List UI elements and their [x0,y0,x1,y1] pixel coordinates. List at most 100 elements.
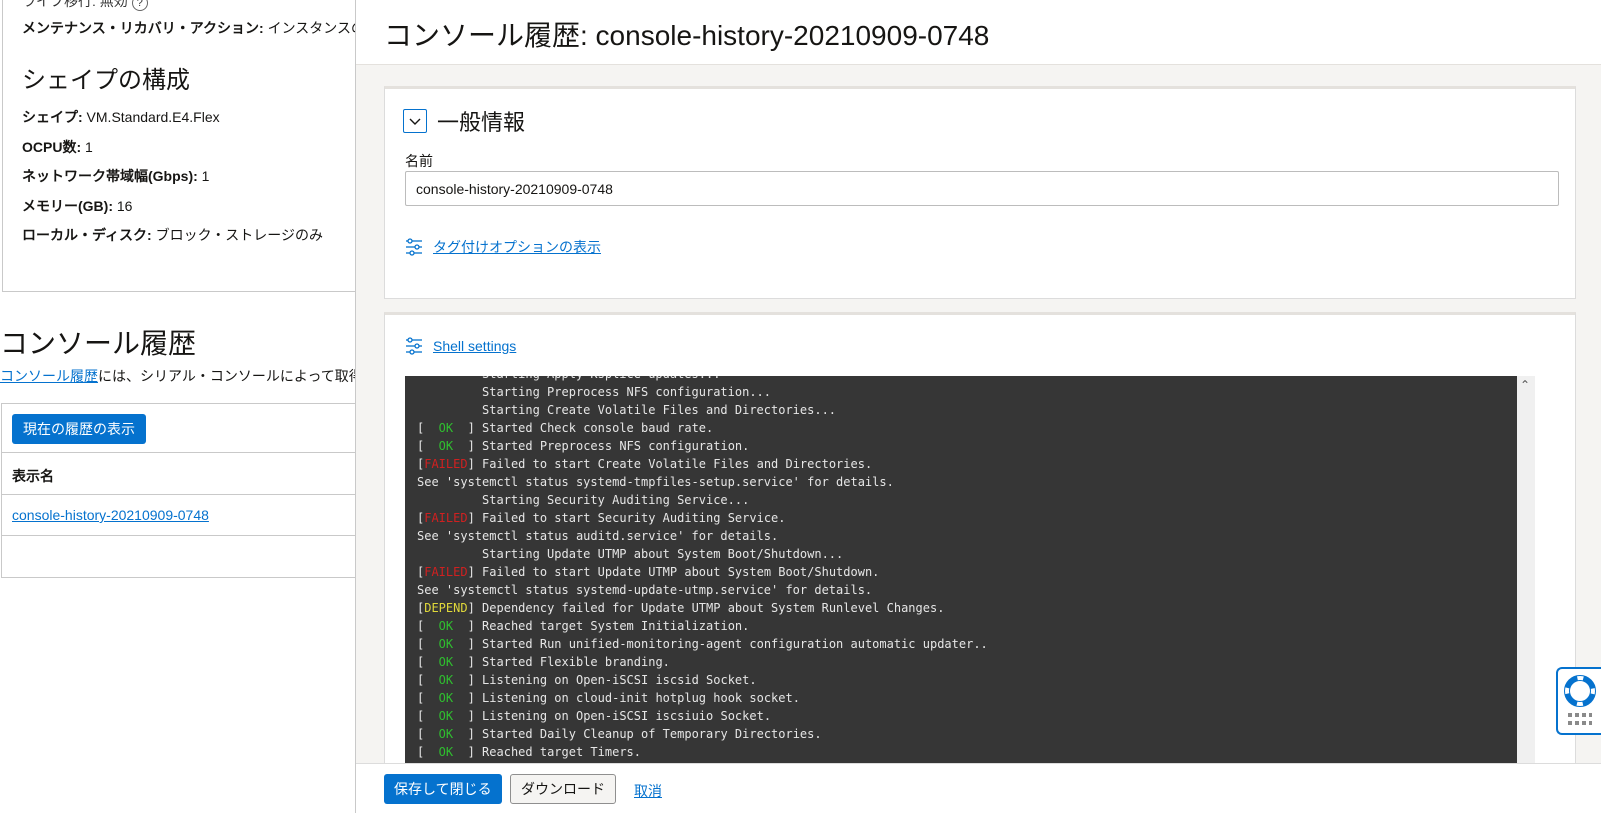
panel-header: コンソール履歴: console-history-20210909-0748 [356,0,1601,65]
lifebuoy-icon [1564,675,1596,707]
table-row: console-history-20210909-0748 [12,507,209,523]
terminal-line-text: Reached target System Initialization. [474,619,750,633]
status-badge: OK [424,637,468,651]
terminal-line-text: Starting Apply Ksplice updates... [417,376,720,381]
kv-label: ネットワーク帯域幅(Gbps): [22,168,198,184]
shape-config-heading: シェイプの構成 [22,67,190,94]
terminal-line: Starting Create Volatile Files and Direc… [417,401,988,419]
terminal-line: [ OK ] Reached target Timers. [417,745,641,759]
live-migration-line: ライブ移行: 無効? [22,0,148,11]
terminal-line: [FAILED] Failed to start Security Auditi… [417,511,786,525]
terminal-line-text: Started Flexible branding. [474,655,670,669]
ocpu-row: OCPU数: 1 [22,137,93,157]
sliders-icon [406,337,422,355]
kv-value: 16 [113,198,133,214]
show-current-history-button[interactable]: 現在の履歴の表示 [12,414,146,444]
terminal-line-text: Started Daily Cleanup of Temporary Direc… [474,727,822,741]
download-button[interactable]: ダウンロード [510,774,616,804]
console-history-row-link[interactable]: console-history-20210909-0748 [12,507,209,523]
name-label: 名前 [405,153,433,169]
status-badge: FAILED [424,511,468,525]
status-badge: OK [424,673,468,687]
terminal-line-text: Starting Preprocess NFS configuration... [417,385,772,399]
general-info-title: 一般情報 [437,110,526,135]
help-widget[interactable] [1556,667,1601,735]
terminal-line-text: Reached target Timers. [474,745,641,759]
terminal-line: [FAILED] Failed to start Create Volatile… [417,457,873,471]
sliders-icon [406,238,422,256]
maintenance-action-row: メンテナンス・リカバリ・アクション: インスタンスの [22,18,356,38]
shape-row: シェイプ: VM.Standard.E4.Flex [22,107,220,127]
status-badge: DEPEND [424,601,468,615]
terminal-line-text: Listening on Open-iSCSI iscsiuio Socket. [474,709,772,723]
terminal-line: Starting Preprocess NFS configuration... [417,383,988,401]
terminal-line: [ OK ] Listening on cloud-init hotplug h… [417,691,800,705]
terminal-line-text: Starting Create Volatile Files and Direc… [417,403,837,417]
status-badge: OK [424,727,468,741]
terminal-line-text: Failed to start Security Auditing Servic… [474,511,786,525]
terminal-line-text: Starting Security Auditing Service... [417,493,750,507]
terminal-line-text: See 'systemctl status systemd-update-utm… [417,583,873,597]
kv-value: インスタンスの [263,20,356,36]
scroll-up-icon[interactable]: ⌃ [1520,378,1530,392]
terminal-line: [ OK ] Listening on Open-iSCSI iscsiuio … [417,709,772,723]
console-history-heading: コンソール履歴 [0,328,197,359]
terminal-output: Starting Apply Ksplice updates... Starti… [417,376,988,779]
console-output-card: Shell settings Starting Apply Ksplice up… [384,312,1576,785]
table-divider [1,494,356,495]
terminal-line: See 'systemctl status systemd-update-utm… [417,581,988,599]
kv-label: OCPU数: [22,139,82,155]
shell-settings-toggle[interactable]: Shell settings [405,337,516,355]
bandwidth-row: ネットワーク帯域幅(Gbps): 1 [22,166,209,186]
kv-value: ブロック・ストレージのみ [151,227,324,243]
description-text: には、シリアル・コンソールによって取得 [98,368,356,384]
console-history-panel: コンソール履歴: console-history-20210909-0748 一… [355,0,1601,813]
kv-label: ローカル・ディスク: [22,227,152,243]
terminal-line-text: See 'systemctl status systemd-tmpfiles-s… [417,475,894,489]
terminal-line-text: Failed to start Create Volatile Files an… [474,457,873,471]
status-badge: OK [424,709,468,723]
console-terminal[interactable]: Starting Apply Ksplice updates... Starti… [405,376,1517,785]
status-badge: OK [424,655,468,669]
terminal-line: [ OK ] Started Flexible branding. [417,655,670,669]
status-badge: OK [424,421,468,435]
terminal-line: [ OK ] Started Preprocess NFS configurat… [417,439,750,453]
help-circle-icon[interactable]: ? [131,0,148,11]
tag-options-toggle[interactable]: タグ付けオプションの表示 [405,237,601,257]
save-and-close-button[interactable]: 保存して閉じる [384,774,502,804]
cancel-link[interactable]: 取消 [634,781,662,801]
status-badge: OK [424,691,468,705]
kv-value: 1 [81,139,93,155]
terminal-line-text: Started Run unified-monitoring-agent con… [474,637,988,651]
memory-row: メモリー(GB): 16 [22,196,132,216]
terminal-line: Starting Security Auditing Service... [417,491,988,509]
chevron-down-icon [409,118,421,125]
console-history-doc-link[interactable]: コンソール履歴 [0,368,98,384]
kv-value: VM.Standard.E4.Flex [82,109,220,125]
console-history-description: コンソール履歴には、シリアル・コンソールによって取得 [0,366,356,386]
terminal-scrollbar[interactable]: ⌃ [1517,376,1535,785]
terminal-line: [DEPEND] Dependency failed for Update UT… [417,601,945,615]
kv-label: メンテナンス・リカバリ・アクション: [22,20,264,36]
terminal-line-text: See 'systemctl status auditd.service' fo… [417,529,779,543]
panel-footer: 保存して閉じる ダウンロード 取消 [356,763,1601,813]
terminal-line-text: Listening on Open-iSCSI iscsid Socket. [474,673,757,687]
terminal-line: Starting Update UTMP about System Boot/S… [417,545,988,563]
terminal-line-text: Dependency failed for Update UTMP about … [474,601,945,615]
tag-options-link[interactable]: タグ付けオプションの表示 [433,237,601,257]
terminal-line: [ OK ] Listening on Open-iSCSI iscsid So… [417,673,757,687]
collapse-section-button[interactable] [403,109,427,133]
column-header-display-name: 表示名 [12,468,54,484]
shell-settings-link[interactable]: Shell settings [433,338,516,354]
status-badge: FAILED [424,565,468,579]
panel-title: コンソール履歴: console-history-20210909-0748 [384,20,990,51]
terminal-line-text: Started Preprocess NFS configuration. [474,439,750,453]
live-migration-label: ライブ移行: 無効 [22,0,128,9]
name-input[interactable] [405,171,1559,206]
status-badge: OK [424,745,468,759]
terminal-line-text: Starting Update UTMP about System Boot/S… [417,547,844,561]
terminal-line: See 'systemctl status auditd.service' fo… [417,527,988,545]
general-info-card: 一般情報 名前 タグ付けオプションの表示 [384,86,1576,299]
terminal-line-text: Started Check console baud rate. [474,421,714,435]
terminal-line-text: Listening on cloud-init hotplug hook soc… [474,691,800,705]
